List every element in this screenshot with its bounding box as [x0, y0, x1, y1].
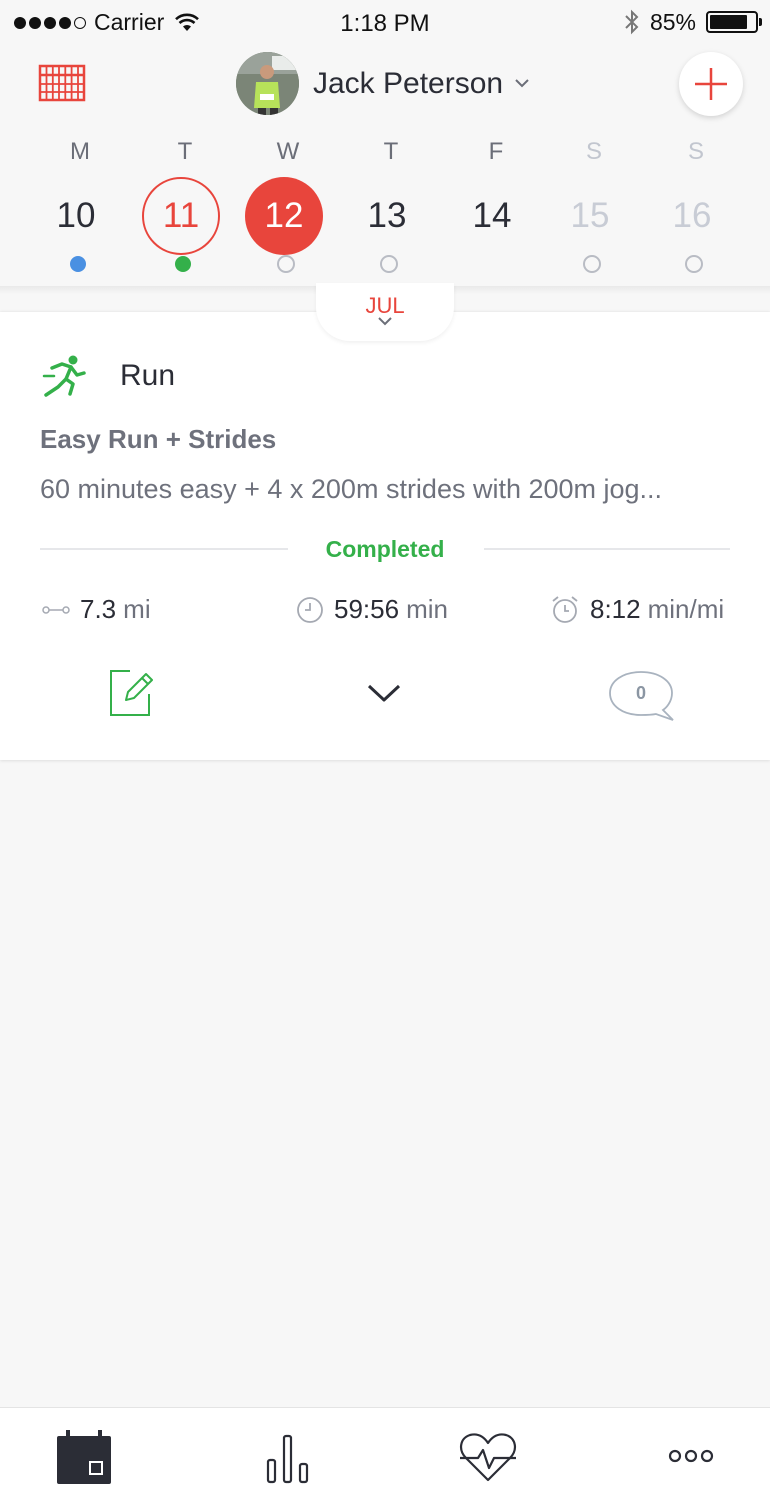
chevron-down-icon — [515, 79, 529, 88]
day-14[interactable]: 14 — [453, 177, 531, 255]
day-number: 15 — [570, 196, 610, 235]
user-name: Jack Peterson — [313, 66, 504, 100]
avatar — [236, 52, 299, 115]
workout-card[interactable]: Run Easy Run + Strides 60 minutes easy +… — [0, 312, 770, 760]
distance-icon — [42, 605, 70, 614]
weekday-label: S — [585, 138, 602, 165]
month-toggle[interactable]: JUL — [316, 283, 454, 341]
edit-note-icon[interactable] — [108, 668, 154, 718]
alarm-icon — [552, 595, 578, 623]
status-line: Completed — [40, 534, 730, 564]
day-11[interactable]: 11 — [142, 177, 220, 255]
day-indicator-dot — [583, 255, 601, 273]
calendar-grid-icon[interactable] — [38, 64, 86, 102]
day-indicator-dot — [685, 255, 703, 273]
comment-count: 0 — [635, 683, 646, 703]
stats-tab-icon[interactable] — [266, 1432, 310, 1484]
day-indicator-dot — [380, 255, 398, 273]
weekday-row: MTWTFSS — [0, 138, 770, 168]
day-16[interactable]: 16 — [653, 177, 731, 255]
divider — [484, 548, 730, 550]
weekday-label: S — [687, 138, 704, 165]
comments-button[interactable]: 0 — [608, 670, 678, 722]
more-tab-icon[interactable] — [668, 1448, 714, 1464]
day-number: 16 — [672, 196, 712, 235]
stat-distance: 7.3 mi — [42, 594, 151, 625]
battery-percent: 85% — [649, 8, 696, 35]
weekday-label: W — [276, 138, 300, 165]
stat-unit: min/mi — [647, 594, 725, 624]
weekday-label: T — [383, 138, 399, 165]
week-header: Jack Peterson M T W T F S S 10 11 12 13 14 15 16 — [0, 46, 770, 286]
day-number: 10 — [56, 196, 96, 235]
day-15[interactable]: 15 — [551, 177, 629, 255]
day-indicator-dot — [70, 256, 86, 272]
day-13[interactable]: 13 — [348, 177, 426, 255]
workout-title: Easy Run + Strides — [40, 424, 277, 454]
stat-unit: min — [406, 594, 448, 624]
day-indicator-dot — [277, 255, 295, 273]
stat-unit: mi — [123, 594, 151, 624]
stat-duration: 59:56 min — [296, 594, 448, 625]
stats-row: 7.3 mi 59:56 min 8:12 min/mi — [40, 594, 734, 628]
weekday-label: M — [70, 138, 90, 165]
day-indicator-dot — [175, 256, 191, 272]
activity-title: Run — [120, 359, 176, 392]
day-number: 12 — [245, 177, 323, 255]
clock-icon — [297, 596, 323, 623]
day-number: 11 — [142, 177, 220, 255]
health-tab-icon[interactable] — [458, 1432, 518, 1484]
card-actions: 0 — [0, 668, 770, 728]
day-number: 13 — [367, 196, 407, 235]
tab-bar — [0, 1407, 770, 1507]
weekday-label: F — [488, 138, 504, 165]
bluetooth-icon — [625, 9, 639, 35]
activity-row: Run — [40, 354, 175, 398]
user-switcher[interactable]: Jack Peterson — [236, 52, 529, 115]
battery-icon — [706, 11, 762, 33]
stat-value: 59:56 — [334, 594, 400, 624]
day-number: 14 — [472, 196, 512, 235]
stat-pace: 8:12 min/mi — [550, 594, 724, 625]
weekday-label: T — [177, 138, 193, 165]
status-right: 85% — [624, 8, 762, 36]
workout-description: 60 minutes easy + 4 x 200m strides with … — [40, 474, 663, 504]
runner-icon — [42, 355, 86, 397]
add-workout-button[interactable] — [679, 52, 743, 116]
day-10[interactable]: 10 — [37, 177, 115, 255]
month-label: JUL — [365, 293, 405, 318]
stat-value: 7.3 — [80, 594, 117, 624]
chevron-down-icon[interactable] — [366, 682, 402, 704]
plus-icon — [695, 68, 727, 100]
status-bar: Carrier 1:18 PM 85% — [0, 0, 770, 46]
day-12[interactable]: 12 — [245, 177, 323, 255]
stat-value: 8:12 — [590, 594, 641, 624]
calendar-tab-icon[interactable] — [56, 1430, 112, 1486]
